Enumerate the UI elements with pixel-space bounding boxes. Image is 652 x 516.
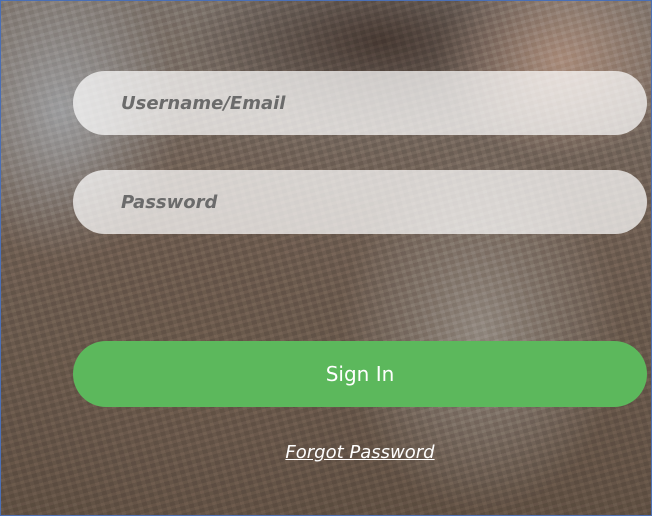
username-field-container — [73, 71, 647, 135]
login-panel: Sign In Forgot Password — [0, 0, 652, 516]
forgot-password-link[interactable]: Forgot Password — [73, 442, 647, 463]
username-email-input[interactable] — [73, 71, 647, 135]
sign-in-button[interactable]: Sign In — [73, 341, 647, 407]
password-input[interactable] — [73, 170, 647, 234]
password-field-container — [73, 170, 647, 234]
